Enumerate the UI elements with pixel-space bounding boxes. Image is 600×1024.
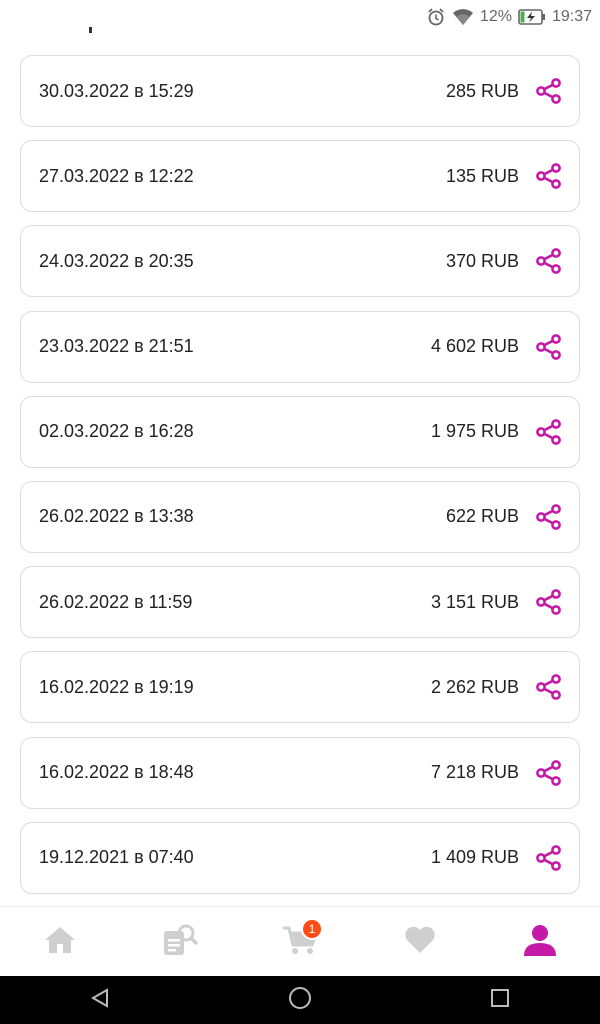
share-icon[interactable] (535, 673, 563, 701)
catalog-search-icon (162, 923, 198, 962)
order-date: 19.12.2021 в 07:40 (39, 847, 194, 868)
alarm-icon (426, 7, 446, 27)
share-icon[interactable] (535, 162, 563, 190)
order-date: 23.03.2022 в 21:51 (39, 336, 194, 357)
order-amount: 285 RUB (445, 80, 519, 101)
back-button[interactable] (70, 976, 130, 1024)
order-date: 24.03.2022 в 20:35 (39, 250, 194, 271)
bottom-nav: 1 (0, 906, 600, 977)
status-icons: 12% 19:37 (426, 6, 592, 28)
recents-button[interactable] (470, 976, 530, 1024)
home-icon (43, 925, 77, 960)
profile-icon (522, 923, 558, 962)
order-date: 02.03.2022 в 16:28 (39, 421, 194, 442)
share-icon[interactable] (535, 333, 563, 361)
order-date: 30.03.2022 в 15:29 (39, 80, 194, 101)
status-bar: 12% 19:37 (0, 0, 600, 34)
order-date: 16.02.2022 в 19:19 (39, 676, 194, 697)
nav-favorites[interactable] (390, 912, 450, 972)
order-amount: 7 218 RUB (430, 762, 519, 782)
order-row[interactable]: 23.03.2022 в 21:51 4 602 RUB (20, 310, 580, 383)
system-nav-bar (0, 976, 600, 1024)
home-circle-icon (287, 985, 313, 1016)
nav-cart[interactable]: 1 (270, 912, 330, 972)
share-icon[interactable] (535, 844, 563, 872)
order-row[interactable]: 02.03.2022 в 16:28 1 975 RUB (20, 395, 580, 468)
order-amount: 1 409 RUB (430, 847, 519, 868)
order-amount: 2 262 RUB (430, 676, 519, 697)
order-row[interactable]: 16.02.2022 в 19:19 2 262 RUB (20, 651, 580, 724)
order-amount: 4 602 RUB (430, 336, 519, 357)
home-button[interactable] (270, 976, 330, 1024)
order-row[interactable]: 30.03.2022 в 15:29 285 RUB (20, 55, 580, 127)
share-icon[interactable] (535, 759, 563, 787)
battery-percent: 12% (479, 8, 512, 25)
recents-square-icon (489, 987, 511, 1014)
partial-header-text (89, 27, 92, 33)
nav-profile[interactable] (510, 912, 570, 972)
order-date: 16.02.2022 в 18:48 (39, 762, 194, 782)
order-row[interactable]: 27.03.2022 в 12:22 135 RUB (20, 140, 580, 213)
order-row[interactable]: 19.12.2021 в 07:40 1 409 RUB (20, 821, 580, 894)
order-row[interactable]: 16.02.2022 в 18:48 7 218 RUB (20, 736, 580, 809)
share-icon[interactable] (535, 247, 563, 275)
order-amount: 622 RUB (445, 506, 519, 527)
order-row[interactable]: 26.02.2022 в 11:59 3 151 RUB (20, 566, 580, 639)
share-icon[interactable] (535, 77, 563, 105)
order-row[interactable]: 24.03.2022 в 20:35 370 RUB (20, 225, 580, 298)
order-date: 26.02.2022 в 13:38 (39, 506, 194, 527)
order-amount: 3 151 RUB (430, 591, 519, 612)
order-row[interactable]: 26.02.2022 в 13:38 622 RUB (20, 480, 580, 553)
order-amount: 370 RUB (445, 250, 519, 271)
nav-catalog[interactable] (150, 912, 210, 972)
order-date: 26.02.2022 в 11:59 (39, 591, 193, 612)
cart-badge: 1 (301, 918, 323, 940)
battery-charging-icon (518, 9, 546, 25)
nav-home[interactable] (30, 912, 90, 972)
share-icon[interactable] (535, 588, 563, 616)
clock: 19:37 (551, 8, 592, 25)
order-amount: 1 975 RUB (430, 421, 519, 442)
favorites-icon (403, 925, 437, 960)
order-amount: 135 RUB (445, 165, 519, 186)
share-icon[interactable] (535, 503, 563, 531)
wifi-icon (452, 8, 474, 26)
share-icon[interactable] (535, 418, 563, 446)
order-date: 27.03.2022 в 12:22 (39, 165, 194, 186)
order-list: 30.03.2022 в 15:29 285 RUB 27.03.2022 в 12… (20, 55, 580, 907)
back-triangle-icon (89, 987, 111, 1014)
